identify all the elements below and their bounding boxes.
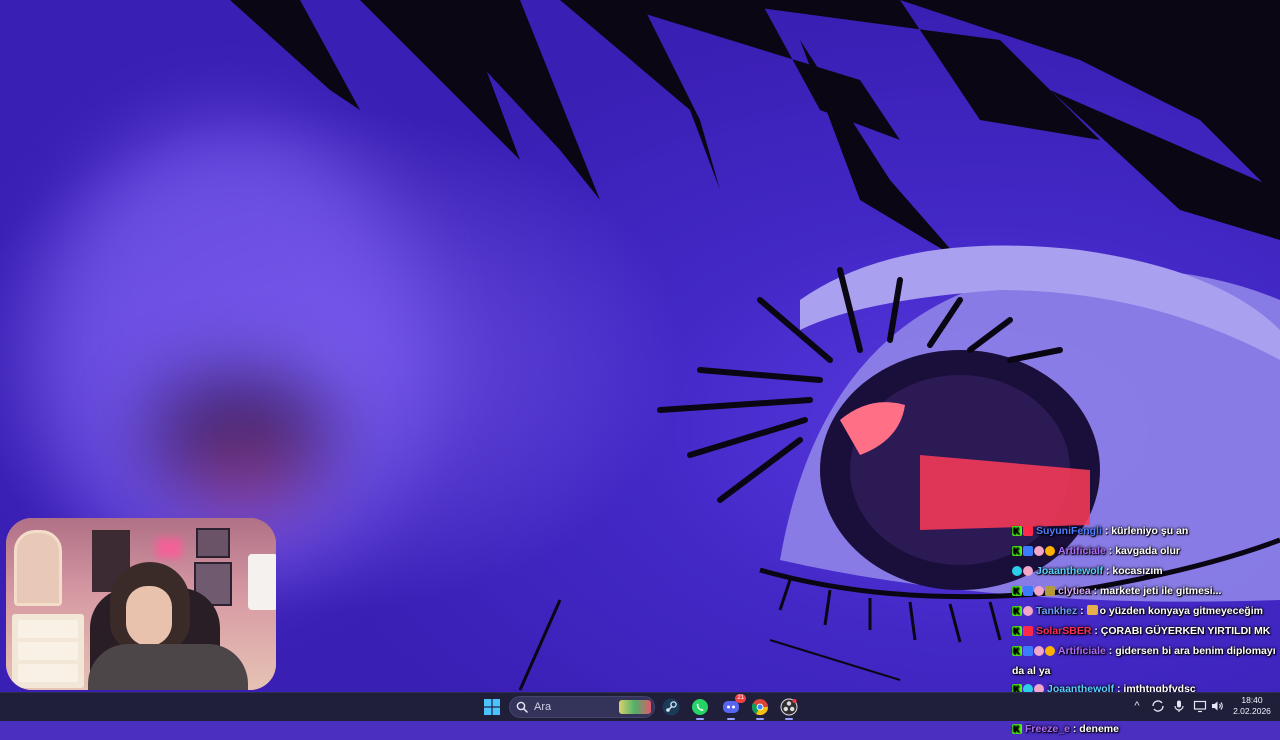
kick-badge-icon	[1012, 522, 1022, 540]
chat-message-text: o yüzden konyaya gitmeyeceğim	[1099, 605, 1263, 617]
clock-time: 18:40	[1241, 695, 1263, 705]
chat-message: SuyuniFengli : kürleniyo şu an	[1012, 522, 1276, 542]
volume-icon[interactable]	[1210, 699, 1224, 713]
search-placeholder: Ara	[534, 701, 552, 713]
chat-message: SolarSBER : ÇORABI GÜYERKEN YIRTILDI MK	[1012, 622, 1276, 642]
chat-message-text: : deneme	[1072, 723, 1119, 735]
chat-username[interactable]: Freeze_e	[1025, 723, 1070, 735]
chat-message-text: : ÇORABI GÜYERKEN YIRTILDI MK	[1094, 625, 1271, 637]
chat-message: Freeze_e : deneme	[1012, 720, 1276, 740]
kick-badge-icon	[1012, 602, 1022, 620]
chat-username[interactable]: Artificiale	[1058, 545, 1106, 557]
chat-message-text: : kocasızım	[1106, 565, 1163, 577]
chat-separator: :	[1077, 605, 1087, 617]
kick-badge-icon	[1012, 642, 1022, 660]
obs-icon[interactable]	[779, 697, 799, 717]
chat-badges	[1012, 642, 1056, 662]
chat-badges	[1012, 522, 1034, 542]
chat-message: Tankhez : o yüzden konyaya gitmeyeceğim	[1012, 602, 1276, 622]
discord-icon[interactable]: 21	[721, 694, 746, 717]
webcam-overlay	[6, 518, 276, 690]
chat-username[interactable]: SuyuniFengli	[1036, 525, 1102, 537]
crown-badge-icon	[1045, 586, 1055, 596]
chat-message: clytiea : markete jeti ile gitmesi...	[1012, 582, 1276, 602]
chat-message-text-continuation: da al ya	[1012, 665, 1051, 677]
search-highlight-image	[619, 700, 651, 714]
search-icon	[516, 701, 528, 713]
gift-badge-icon	[1034, 586, 1044, 596]
cyan-badge-icon	[1012, 566, 1022, 576]
network-sync-icon[interactable]	[1151, 699, 1165, 713]
gift-badge-icon	[1034, 546, 1044, 556]
gold-badge-icon	[1045, 646, 1055, 656]
kick-badge-icon	[1012, 582, 1022, 600]
chat-emote-icon	[1086, 605, 1098, 615]
blue-badge-icon	[1023, 546, 1033, 556]
taskbar-search-box[interactable]: Ara	[509, 696, 655, 718]
chat-badges	[1012, 720, 1023, 740]
chat-message: Artificiale : gidersen bi ara benim dipl…	[1012, 642, 1276, 680]
kick-badge-icon	[1012, 720, 1022, 738]
taskbar-clock[interactable]: 18:40 2.02.2026	[1228, 695, 1276, 717]
red-badge-icon	[1023, 526, 1033, 536]
blue-badge-icon	[1023, 646, 1033, 656]
windows-start-icon[interactable]	[482, 697, 502, 717]
clock-date: 2.02.2026	[1233, 706, 1271, 716]
chat-username[interactable]: Artificiale	[1058, 645, 1106, 657]
webcam-streamer-body	[88, 644, 248, 690]
webcam-lamp	[248, 554, 276, 610]
chat-message-text: : kavgada olur	[1108, 545, 1180, 557]
kick-badge-icon	[1012, 542, 1022, 560]
chat-message: Artificiale : kavgada olur	[1012, 542, 1276, 562]
chat-username[interactable]: Tankhez	[1036, 605, 1077, 617]
chrome-icon[interactable]	[750, 697, 770, 717]
gold-badge-icon	[1045, 546, 1055, 556]
webcam-dresser	[12, 614, 84, 688]
gift-badge-icon	[1023, 606, 1033, 616]
display-icon[interactable]	[1193, 699, 1207, 713]
webcam-wall-frame	[196, 528, 230, 558]
chat-message-text: : kürleniyo şu an	[1104, 525, 1189, 537]
gift-badge-icon	[1023, 566, 1033, 576]
discord-notification-badge: 21	[735, 694, 746, 703]
chat-username[interactable]: Joaanthewolf	[1036, 565, 1103, 577]
tray-overflow-chevron-icon[interactable]: ^	[1130, 699, 1144, 713]
chat-badges	[1012, 582, 1056, 602]
chat-badges	[1012, 622, 1034, 642]
blue-badge-icon	[1023, 586, 1033, 596]
chat-message-text: : gidersen bi ara benim diplomayı	[1108, 645, 1276, 657]
red-badge-icon	[1023, 626, 1033, 636]
steam-icon[interactable]	[661, 697, 681, 717]
whatsapp-icon[interactable]	[690, 697, 710, 717]
chat-message-text: : markete jeti ile gitmesi...	[1093, 585, 1222, 597]
webcam-neon-light	[156, 538, 182, 558]
chat-username[interactable]: SolarSBER	[1036, 625, 1091, 637]
chat-badges	[1012, 542, 1056, 562]
webcam-mirror	[14, 530, 62, 606]
chat-badges	[1012, 564, 1034, 582]
kick-badge-icon	[1012, 622, 1022, 640]
chat-username[interactable]: clytiea	[1058, 585, 1091, 597]
chat-message: Joaanthewolf : kocasızım	[1012, 562, 1276, 582]
taskbar: Ara 21 ^ 18:40 2.02.2026	[0, 692, 1280, 721]
webcam-streamer-face	[126, 586, 172, 646]
chat-badges	[1012, 602, 1034, 622]
microphone-icon[interactable]	[1172, 699, 1186, 713]
gift-badge-icon	[1034, 646, 1044, 656]
